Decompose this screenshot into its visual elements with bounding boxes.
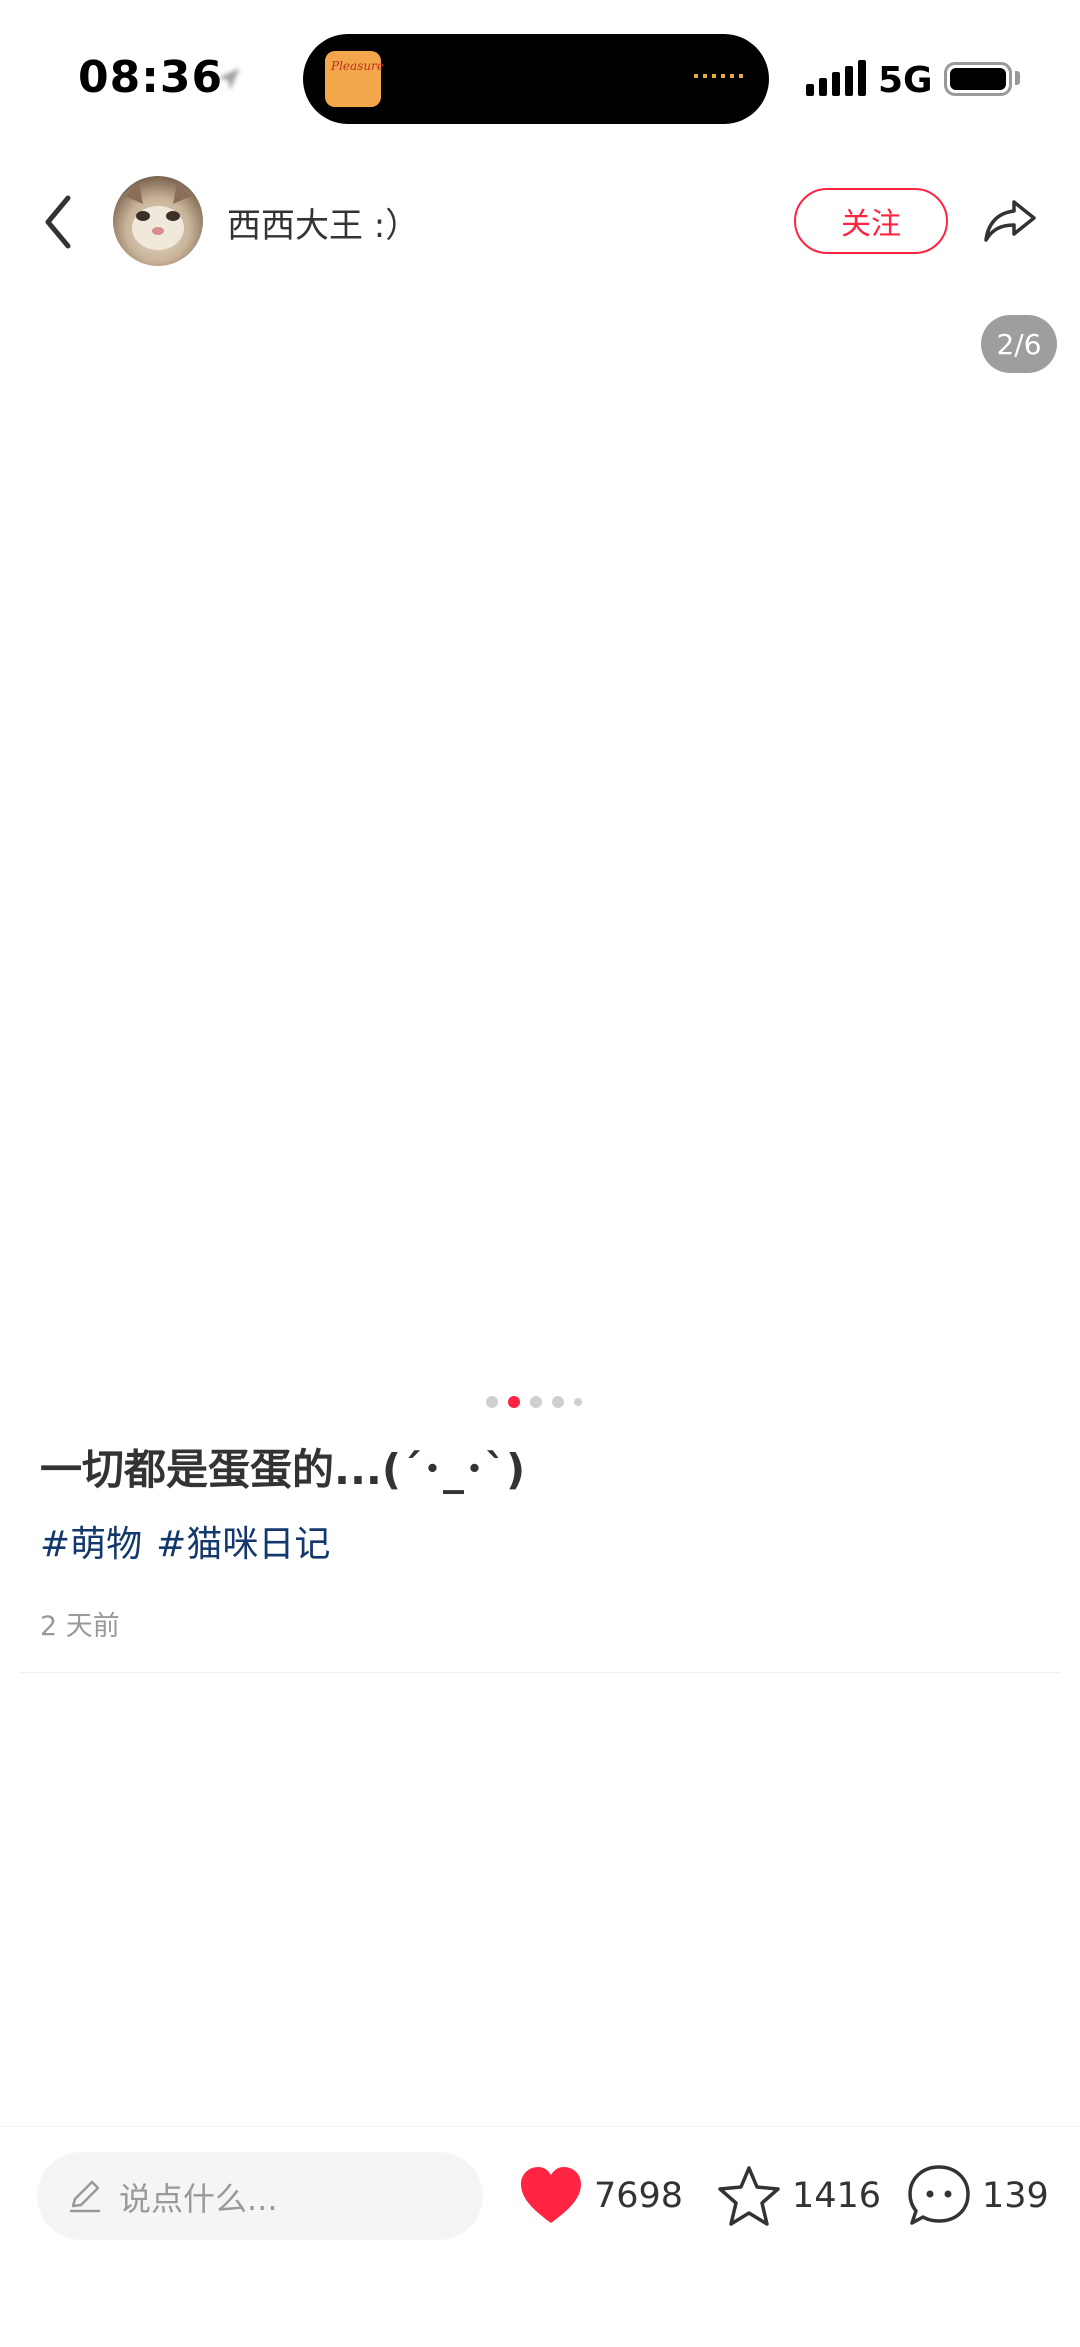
dynamic-island[interactable]: Pleasure [303,34,769,124]
comment-icon [908,2165,970,2225]
collect-count: 1416 [792,2176,882,2216]
like-count: 7698 [594,2176,684,2216]
share-icon[interactable] [980,190,1040,250]
follow-button[interactable]: 关注 [794,188,948,254]
note-image-carousel[interactable] [0,296,1080,1372]
bottom-bar-divider [0,2126,1080,2127]
comment-input[interactable]: 说点什么... [37,2152,483,2240]
like-button[interactable]: 7698 [518,2160,683,2232]
cat-avatar-image [125,184,191,250]
battery-icon [944,62,1012,96]
tag-list: #萌物 #猫咪日记 [40,1515,330,1567]
pencil-icon [69,2180,101,2213]
comment-button[interactable]: 139 [906,2160,1049,2232]
artwork-text: Pleasure [331,59,384,73]
page-counter: 2/6 [981,315,1057,373]
carousel-dot-active [508,1396,520,1408]
tag-link[interactable]: #萌物 [40,1515,142,1567]
location-icon [218,68,240,90]
signal-icon [806,60,866,96]
comment-count: 139 [982,2176,1049,2216]
now-playing-artwork: Pleasure [325,51,384,107]
star-icon [718,2166,780,2226]
audio-wave-icon [694,74,743,78]
tag-link[interactable]: #猫咪日记 [156,1515,330,1567]
network-type: 5G [878,60,933,101]
author-name[interactable]: 西西大王 :） [227,198,419,247]
carousel-dot [486,1396,498,1408]
carousel-dot [574,1398,582,1406]
carousel-dot [552,1396,564,1408]
heart-icon [521,2167,581,2223]
note-title: 一切都是蛋蛋的...(´･_･`) [40,1445,526,1494]
carousel-dot [530,1396,542,1408]
post-time: 2 天前 [40,1611,120,1642]
comment-placeholder: 说点什么... [119,2180,278,2218]
collect-button[interactable]: 1416 [716,2160,881,2232]
status-time: 08:36 [78,52,224,103]
avatar[interactable] [113,176,203,266]
divider [20,1672,1060,1673]
battery-cap [1015,71,1020,85]
carousel-indicator [486,1396,582,1408]
back-icon[interactable] [38,190,82,254]
